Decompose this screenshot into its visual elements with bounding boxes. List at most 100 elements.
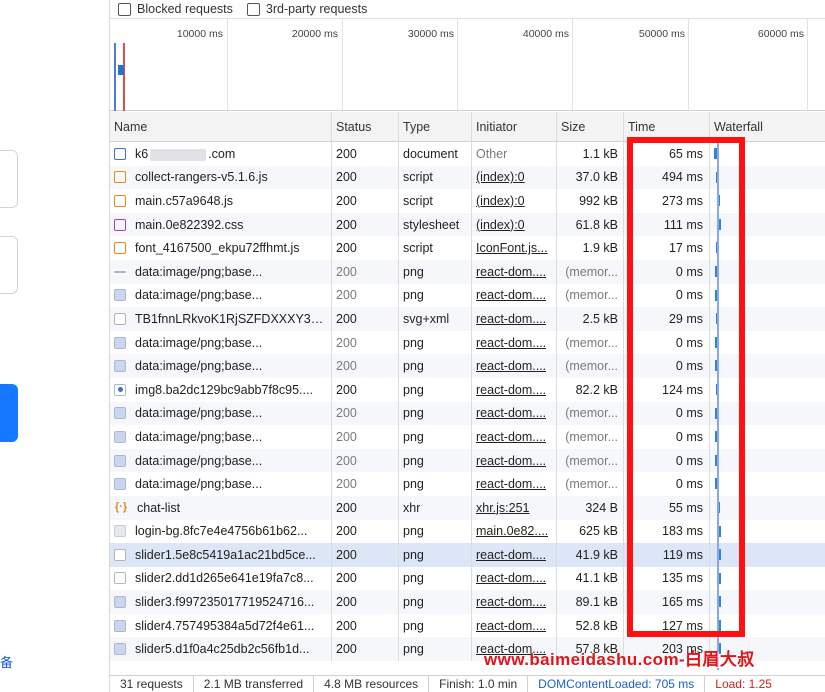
request-name-cell[interactable]: main.c57a9648.js (110, 189, 332, 213)
type-cell-text: png (403, 618, 424, 633)
column-status[interactable]: Status (332, 112, 399, 141)
initiator-cell-text[interactable]: react-dom.... (476, 383, 546, 397)
checkbox-icon[interactable] (118, 2, 131, 16)
status-cell-text: 200 (336, 500, 357, 515)
initiator-cell-text: Other (476, 146, 508, 161)
request-name-cell[interactable]: img8.ba2dc129bc9abb7f8c95.... (110, 377, 332, 402)
request-name-cell[interactable]: data:image/png;base... (110, 259, 332, 284)
page-card[interactable] (0, 236, 18, 294)
request-name-cell[interactable]: data:image/png;base... (110, 401, 332, 426)
initiator-cell: react-dom.... (472, 307, 557, 331)
size-cell: 992 kB (557, 189, 624, 213)
size-cell-text: (memor... (565, 477, 618, 492)
request-name-cell[interactable]: data:image/png;base... (110, 354, 332, 378)
initiator-cell-text[interactable]: (index):0 (476, 194, 525, 208)
initiator-cell-text[interactable]: xhr.js:251 (476, 501, 530, 515)
page-card[interactable] (0, 150, 18, 208)
request-name-cell[interactable]: data:image/png;base... (110, 425, 332, 449)
size-cell-text: 61.8 kB (575, 217, 618, 232)
size-cell-text: 41.1 kB (575, 571, 618, 586)
image-icon (114, 478, 126, 491)
type-cell: script (399, 189, 472, 213)
overview-gridline (572, 19, 573, 112)
image-icon (114, 430, 126, 443)
request-name-cell[interactable]: data:image/png;base... (110, 330, 332, 355)
initiator-cell-text[interactable]: IconFont.js... (476, 241, 548, 255)
request-name: chat-list (137, 500, 181, 515)
request-name-cell[interactable]: slider2.dd1d265e641e19fa7c8... (110, 566, 332, 591)
initiator-cell-text[interactable]: (index):0 (476, 170, 525, 184)
request-name: font_4167500_ekpu72ffhmt.js (135, 241, 300, 256)
request-name-cell[interactable]: {·} chat-list (110, 495, 332, 520)
column-name[interactable]: Name (110, 112, 332, 141)
overview-tick: 60000 ms (757, 28, 804, 40)
type-cell: png (399, 590, 472, 614)
network-overview[interactable]: 10000 ms 20000 ms 30000 ms 40000 ms 5000… (110, 18, 825, 112)
script-icon (114, 194, 126, 207)
initiator-cell-text[interactable]: react-dom.... (476, 454, 546, 468)
initiator-cell-text[interactable]: react-dom.... (476, 548, 546, 562)
status-cell-text: 200 (336, 288, 357, 303)
request-name-cell[interactable]: data:image/png;base... (110, 283, 332, 308)
request-name-cell[interactable]: slider5.d1f0a4c25db2c56fb1d... (110, 637, 332, 662)
initiator-cell-text[interactable]: (index):0 (476, 218, 525, 232)
type-cell-text: png (403, 359, 424, 374)
initiator-cell-text[interactable]: react-dom.... (476, 359, 546, 373)
third-party-checkbox[interactable]: 3rd-party requests (246, 2, 368, 16)
initiator-cell-text[interactable]: main.0e82.... (476, 524, 548, 538)
initiator-cell-text[interactable]: react-dom.... (476, 288, 546, 302)
type-cell-text: png (403, 335, 424, 350)
initiator-cell-text[interactable]: react-dom.... (476, 430, 546, 444)
type-cell: png (399, 401, 472, 426)
column-initiator[interactable]: Initiator (472, 112, 557, 141)
initiator-cell-text[interactable]: react-dom.... (476, 619, 546, 633)
initiator-cell-text[interactable]: react-dom.... (476, 336, 546, 350)
initiator-cell-text[interactable]: react-dom.... (476, 406, 546, 420)
document-icon (114, 147, 126, 160)
size-cell-text: 1.1 kB (582, 146, 618, 161)
size-cell: 41.9 kB (557, 543, 624, 567)
checkbox-icon[interactable] (246, 2, 260, 16)
request-name-cell[interactable]: slider4.757495384a5d72f4e61... (110, 613, 332, 638)
status-bar: 31 requests 2.1 MB transferred 4.8 MB re… (110, 675, 825, 692)
request-name-cell[interactable]: k6 .com (110, 142, 332, 166)
line-image-icon (114, 270, 126, 273)
status-cell: 200 (332, 236, 399, 260)
request-name-cell[interactable]: TB1fnnLRkvoK1RjSZFDXXXY3p... (110, 307, 332, 331)
initiator-cell-text[interactable]: react-dom.... (476, 477, 546, 491)
request-name-cell[interactable]: data:image/png;base... (110, 448, 332, 473)
size-cell: (memor... (557, 354, 624, 378)
size-cell-text: 324 B (585, 500, 618, 515)
request-name-cell[interactable]: data:image/png;base... (110, 472, 332, 496)
status-cell-text: 200 (336, 406, 357, 421)
request-name-cell[interactable]: login-bg.8fc7e4e4756b61b62... (110, 519, 332, 544)
load-time: Load: 1.25 (715, 677, 772, 691)
request-name-cell[interactable]: main.0e822392.css (110, 212, 332, 237)
request-name-cell[interactable]: slider3.f997235017719524716... (110, 590, 332, 614)
blocked-requests-checkbox[interactable]: Blocked requests (118, 2, 233, 16)
type-cell: png (399, 354, 472, 378)
request-name-cell[interactable]: font_4167500_ekpu72ffhmt.js (110, 236, 332, 260)
third-party-label: 3rd-party requests (265, 2, 368, 16)
type-cell-text: script (403, 193, 433, 208)
type-cell: png (399, 330, 472, 355)
initiator-cell-text[interactable]: react-dom.... (476, 595, 546, 609)
type-cell: png (399, 637, 472, 662)
initiator-cell: react-dom.... (472, 425, 557, 449)
status-cell: 200 (332, 330, 399, 355)
page-primary-button[interactable] (0, 384, 18, 442)
column-type[interactable]: Type (399, 112, 472, 141)
status-cell: 200 (332, 637, 399, 662)
status-cell: 200 (332, 259, 399, 284)
status-cell-text: 200 (336, 170, 357, 185)
request-name-cell[interactable]: slider1.5e8c5419a1ac21bd5ce... (110, 543, 332, 567)
size-cell-text: 82.2 kB (575, 382, 618, 397)
initiator-cell-text[interactable]: react-dom.... (476, 571, 546, 585)
requests-count: 31 requests (110, 676, 194, 692)
request-name-cell[interactable]: collect-rangers-v5.1.6.js (110, 165, 332, 190)
column-size[interactable]: Size (557, 112, 624, 141)
initiator-cell-text[interactable]: react-dom.... (476, 265, 546, 279)
type-cell-text: png (403, 571, 424, 586)
status-cell: 200 (332, 425, 399, 449)
initiator-cell-text[interactable]: react-dom.... (476, 312, 546, 326)
